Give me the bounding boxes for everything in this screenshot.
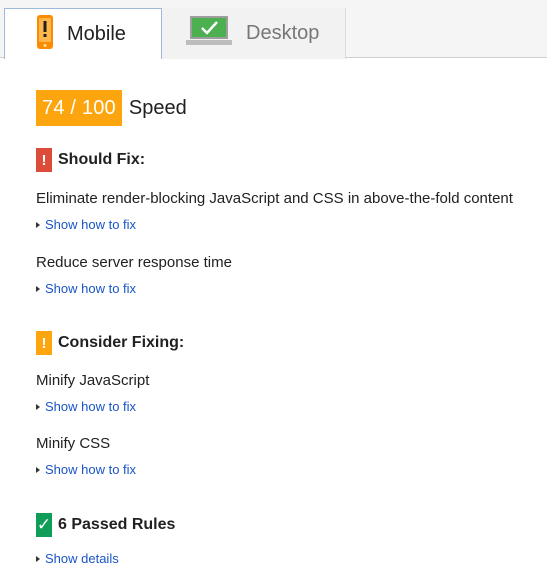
passed-rules-title: 6 Passed Rules — [58, 516, 176, 533]
tab-desktop-label: Desktop — [246, 22, 320, 44]
tab-desktop[interactable]: Desktop — [162, 8, 346, 59]
triangle-right-icon — [36, 221, 40, 228]
exclamation-icon: ! — [36, 331, 52, 355]
link-label: Show how to fix — [45, 399, 137, 414]
tab-bar: Mobile Desktop — [0, 0, 547, 59]
should-fix-header: ! Should Fix: — [36, 148, 145, 172]
triangle-right-icon — [36, 285, 40, 292]
tab-mobile-label: Mobile — [67, 22, 126, 45]
link-label: Show how to fix — [45, 217, 137, 232]
checkmark-icon: ✓ — [36, 513, 52, 537]
rule-server-response: Reduce server response time — [36, 254, 232, 271]
show-details-link[interactable]: Show details — [36, 551, 119, 566]
score-row: 74 / 100 Speed — [36, 90, 187, 126]
link-label: Show how to fix — [45, 281, 137, 296]
rule-render-blocking: Eliminate render-blocking JavaScript and… — [36, 190, 513, 207]
link-label: Show how to fix — [45, 462, 137, 477]
consider-fixing-title: Consider Fixing: — [58, 334, 185, 351]
mobile-phone-icon — [37, 14, 53, 54]
score-label: Speed — [128, 96, 187, 119]
show-how-to-fix-link[interactable]: Show how to fix — [36, 462, 136, 477]
triangle-right-icon — [36, 466, 40, 473]
rule-minify-js: Minify JavaScript — [36, 372, 150, 389]
rule-minify-css: Minify CSS — [36, 435, 111, 452]
triangle-right-icon — [36, 403, 40, 410]
tab-mobile[interactable]: Mobile — [4, 8, 162, 59]
show-how-to-fix-link[interactable]: Show how to fix — [36, 399, 136, 414]
desktop-monitor-icon — [186, 16, 232, 51]
triangle-right-icon — [36, 555, 40, 562]
consider-fixing-header: ! Consider Fixing: — [36, 331, 184, 355]
link-label: Show details — [45, 551, 119, 566]
show-how-to-fix-link[interactable]: Show how to fix — [36, 281, 136, 296]
score-badge: 74 / 100 — [36, 90, 122, 126]
passed-rules-header: ✓ 6 Passed Rules — [36, 513, 175, 537]
exclamation-icon: ! — [36, 148, 52, 172]
should-fix-title: Should Fix: — [58, 151, 146, 168]
show-how-to-fix-link[interactable]: Show how to fix — [36, 217, 136, 232]
